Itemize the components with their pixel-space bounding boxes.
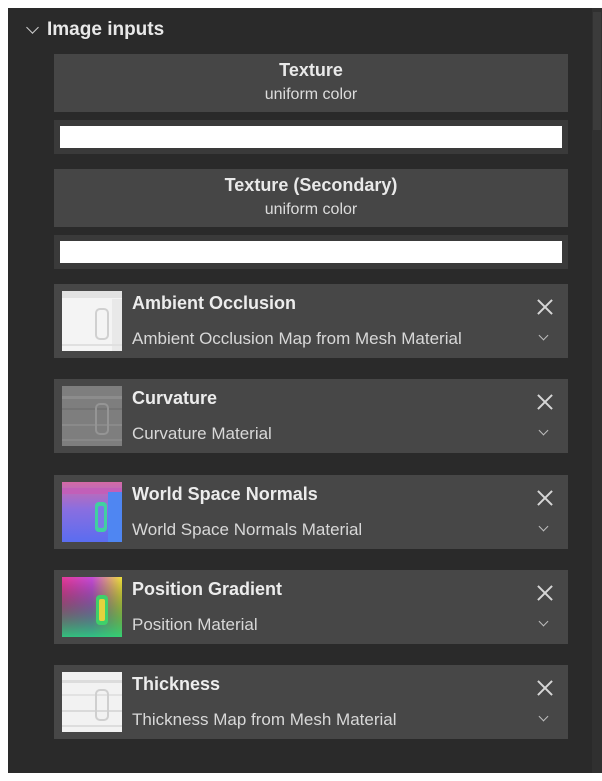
- chevron-down-icon[interactable]: [538, 711, 549, 722]
- chevron-down-icon[interactable]: [26, 21, 39, 34]
- input-card-world-space-normals[interactable]: World Space Normals World Space Normals …: [54, 475, 568, 549]
- texture-secondary-title: Texture (Secondary): [224, 175, 398, 195]
- input-card-thickness[interactable]: Thickness Thickness Map from Mesh Materi…: [54, 665, 568, 739]
- input-source-dropdown[interactable]: Thickness Map from Mesh Material: [132, 710, 397, 730]
- chevron-down-icon[interactable]: [538, 521, 549, 532]
- input-title: Ambient Occlusion: [132, 293, 297, 313]
- texture-subtitle: uniform color: [264, 86, 358, 103]
- texture-secondary-color-swatch[interactable]: [60, 241, 562, 263]
- remove-close-icon[interactable]: [534, 391, 556, 413]
- remove-close-icon[interactable]: [534, 487, 556, 509]
- input-card-ambient-occlusion[interactable]: Ambient Occlusion Ambient Occlusion Map …: [54, 284, 568, 358]
- input-source-dropdown[interactable]: World Space Normals Material: [132, 520, 362, 540]
- section-title: Image inputs: [47, 19, 165, 40]
- image-inputs-section-header[interactable]: Image inputs: [26, 18, 165, 42]
- texture-secondary-color-field: [54, 235, 568, 269]
- scrollbar[interactable]: [592, 8, 602, 773]
- chevron-down-icon[interactable]: [538, 330, 549, 341]
- remove-close-icon[interactable]: [534, 582, 556, 604]
- input-source-dropdown[interactable]: Position Material: [132, 615, 258, 635]
- texture-color-field: [54, 120, 568, 154]
- input-title: World Space Normals: [132, 484, 318, 504]
- input-title: Curvature: [132, 388, 218, 408]
- position-gradient-thumbnail: [62, 577, 122, 637]
- input-source-dropdown[interactable]: Ambient Occlusion Map from Mesh Material: [132, 329, 462, 349]
- curvature-thumbnail: [62, 386, 122, 446]
- input-title: Position Gradient: [132, 579, 283, 599]
- input-card-curvature[interactable]: Curvature Curvature Material: [54, 379, 568, 453]
- texture-secondary-subtitle: uniform color: [264, 201, 358, 218]
- texture-color-swatch[interactable]: [60, 126, 562, 148]
- remove-close-icon[interactable]: [534, 677, 556, 699]
- ambient-occlusion-thumbnail: [62, 291, 122, 351]
- scrollbar-thumb[interactable]: [593, 12, 601, 130]
- world-space-normals-thumbnail: [62, 482, 122, 542]
- thickness-thumbnail: [62, 672, 122, 732]
- texture-secondary-slot-header[interactable]: Texture (Secondary) uniform color: [54, 169, 568, 227]
- input-title: Thickness: [132, 674, 221, 694]
- input-source-dropdown[interactable]: Curvature Material: [132, 424, 272, 444]
- texture-slot-header[interactable]: Texture uniform color: [54, 54, 568, 112]
- chevron-down-icon[interactable]: [538, 616, 549, 627]
- remove-close-icon[interactable]: [534, 296, 556, 318]
- input-card-position-gradient[interactable]: Position Gradient Position Material: [54, 570, 568, 644]
- texture-title: Texture: [279, 60, 343, 80]
- image-inputs-panel: Image inputs Texture uniform color Textu…: [8, 8, 602, 773]
- chevron-down-icon[interactable]: [538, 425, 549, 436]
